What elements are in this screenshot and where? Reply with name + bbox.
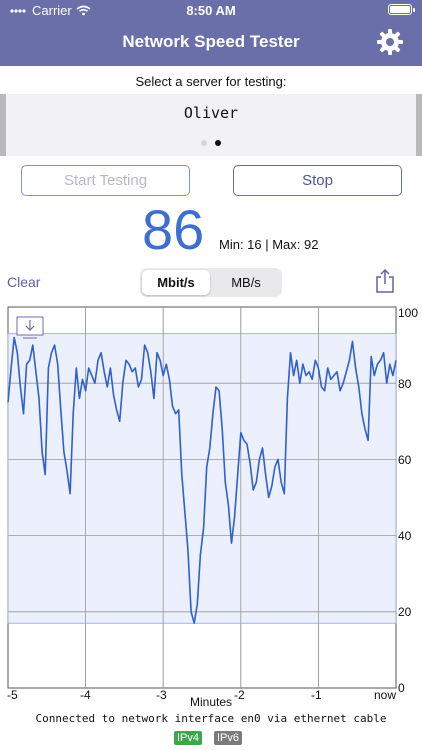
navigation-bar: Carrier 8:50 AM Network Speed Tester <box>0 0 422 66</box>
status-bar: Carrier 8:50 AM <box>0 0 422 22</box>
unit-segmented-control: Mbit/s MB/s <box>140 268 282 297</box>
stop-button[interactable]: Stop <box>233 165 402 196</box>
x-axis-label: Minutes <box>189 695 233 709</box>
page-dot[interactable] <box>201 140 207 146</box>
y-tick-label: 80 <box>398 377 412 391</box>
status-time: 8:50 AM <box>186 3 236 18</box>
min-max-readout: Min: 16 | Max: 92 <box>219 237 319 252</box>
share-icon[interactable] <box>374 268 396 294</box>
y-tick-label: 20 <box>398 605 412 619</box>
gear-icon[interactable] <box>376 28 404 56</box>
page-title: Network Speed Tester <box>122 32 300 51</box>
y-tick-label: 100 <box>398 306 419 320</box>
current-speed-value: 86 <box>142 198 205 261</box>
unit-option-mbits[interactable]: Mbit/s <box>142 270 210 295</box>
page-dot-active[interactable] <box>215 140 221 146</box>
start-testing-button[interactable]: Start Testing <box>21 165 190 196</box>
page-indicator[interactable] <box>6 140 416 146</box>
y-tick-label: 60 <box>398 453 412 467</box>
y-tick-label: 0 <box>398 681 405 695</box>
ipv6-badge: IPv6 <box>214 731 243 745</box>
app-screen: Carrier 8:50 AM Network Speed Tester Sel… <box>0 0 422 750</box>
selected-server[interactable]: Oliver <box>6 104 416 122</box>
download-icon <box>16 316 44 339</box>
server-picker[interactable]: Oliver <box>0 94 422 156</box>
unit-option-mbytes[interactable]: MB/s <box>212 270 280 295</box>
speed-chart <box>7 306 397 689</box>
clear-button[interactable]: Clear <box>7 274 40 290</box>
ipv4-badge: IPv4 <box>174 731 203 745</box>
y-tick-label: 40 <box>398 529 412 543</box>
battery-icon <box>388 4 415 15</box>
server-picker-label: Select a server for testing: <box>135 74 287 89</box>
connection-status: Connected to network interface en0 via e… <box>35 712 387 725</box>
